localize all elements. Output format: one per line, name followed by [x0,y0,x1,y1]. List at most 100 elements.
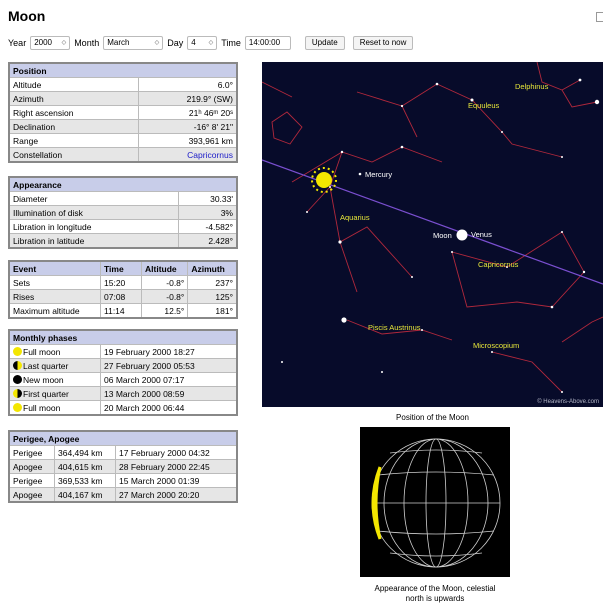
chevron-down-icon: ◇ [154,40,160,46]
phase-date: 13 March 2000 08:59 [100,386,238,401]
label-equuleus: Equuleus [468,101,500,110]
month-select[interactable]: March ◇ [103,36,164,50]
perigee-type: Perigee [8,473,55,488]
perigee-distance: 364,494 km [54,445,116,460]
phase-name: Full moon [23,346,61,357]
update-button[interactable]: Update [304,36,345,50]
row-value: 21ʰ 46ᵐ 20ˢ [138,105,238,120]
moon-appearance-caption: Appearance of the Moon, celestial north … [374,584,496,603]
year-input[interactable]: 2000 ◇ [30,36,71,50]
last-quarter-icon [13,360,22,370]
appearance-table: Appearance Diameter 30.33' Illumination o… [8,176,238,249]
col-header: Event [8,260,101,276]
label-capricornus: Capricornus [478,260,519,269]
event-altitude: 12.5° [140,303,189,319]
label-delphinus: Delphinus [515,82,549,91]
col-header: Time [100,260,142,276]
mercury-marker [358,172,362,176]
event-name: Maximum altitude [8,303,101,319]
label-mercury: Mercury [365,170,392,179]
first-quarter-icon [13,388,22,398]
label-moon: Moon [433,231,452,240]
col-header: Azimuth [187,260,238,276]
phase-date: 20 March 2000 06:44 [100,400,238,416]
time-label: Time [221,38,241,48]
perigee-date: 15 March 2000 01:39 [115,473,238,488]
reset-button[interactable]: Reset to now [352,36,414,50]
row-label: Libration in longitude [8,219,179,234]
perigee-date: 27 March 2000 20:20 [115,487,238,503]
phase-name: Last quarter [23,360,69,371]
position-heading: Position [8,62,238,78]
row-value: 6.0° [138,77,238,92]
perigee-type: Apogee [8,487,55,503]
phase-name: First quarter [23,388,69,399]
events-table: Event Time Altitude Azimuth Sets 15:20 -0.… [8,260,238,319]
venus-marker [456,229,468,241]
row-value: 219.9° (SW) [138,91,238,106]
day-label: Day [167,38,184,48]
sky-map-caption: Position of the Moon [396,413,469,422]
label-piscis-austrinus: Piscis Austrinus [368,323,421,332]
event-altitude: -0.8° [140,275,189,290]
row-label: Libration in latitude [8,233,179,249]
col-header: Altitude [140,260,189,276]
phase-date: 19 February 2000 18:27 [100,344,238,359]
event-time: 15:20 [100,275,142,290]
page-title: Moon [8,8,46,24]
time-input[interactable]: 14:00:00 [244,36,291,50]
perigee-distance: 404,167 km [54,487,116,503]
row-label: Constellation [8,147,139,163]
row-value: 393,961 km [138,133,238,148]
event-azimuth: 125° [187,289,238,304]
phases-heading: Monthly phases [8,329,238,345]
phase-name: New moon [23,374,64,385]
perigee-distance: 404,615 km [54,459,116,474]
moon-appearance [360,427,510,577]
full-moon-icon [13,346,22,356]
sky-map-svg: Delphinus Equuleus Mercury Aquarius Moon… [262,62,603,393]
row-label: Diameter [8,191,179,206]
row-label: Range [8,133,139,148]
phase-name: Full moon [23,402,61,413]
row-value: 3% [178,205,238,220]
position-table: Position Altitude 6.0° Azimuth 219.9° (SW)… [8,62,238,163]
perigee-date: 28 February 2000 22:45 [115,459,238,474]
label-microscopium: Microscopium [473,341,519,350]
moon-globe [371,438,501,568]
row-value: -4.582° [178,219,238,234]
appearance-heading: Appearance [8,176,238,192]
constellation-link[interactable]: Capricornus [187,150,233,160]
corner-widget [596,12,603,22]
stepper-icon: ◇ [61,40,67,46]
month-label: Month [74,38,100,48]
event-time: 07:08 [100,289,142,304]
row-label: Illumination of disk [8,205,179,220]
event-azimuth: 237° [187,275,238,290]
phase-date: 27 February 2000 05:53 [100,358,238,373]
year-label: Year [8,38,27,48]
perigee-type: Perigee [8,445,55,460]
full-moon-icon [13,402,22,412]
row-label: Right ascension [8,105,139,120]
label-aquarius: Aquarius [340,213,370,222]
stepper-icon: ◇ [208,40,214,46]
event-azimuth: 181° [187,303,238,319]
perigee-distance: 369,533 km [54,473,116,488]
event-name: Sets [8,275,101,290]
perigee-table: Perigee, Apogee Perigee 364,494 km 17 Febr… [8,430,238,503]
date-controls: Year 2000 ◇ Month March ◇ Day 4 ◇ Time 14:0… [8,36,414,50]
new-moon-icon [13,374,22,384]
phase-date: 06 March 2000 07:17 [100,372,238,387]
perigee-type: Apogee [8,459,55,474]
day-input[interactable]: 4 ◇ [187,36,218,50]
row-label: Altitude [8,77,139,92]
row-label: Azimuth [8,91,139,106]
event-time: 11:14 [100,303,142,319]
sky-map: Delphinus Equuleus Mercury Aquarius Moon… [262,62,603,407]
row-label: Declination [8,119,139,134]
event-altitude: -0.8° [140,289,189,304]
row-value: 2.428° [178,233,238,249]
event-name: Rises [8,289,101,304]
row-value: -16° 8' 21" [138,119,238,134]
